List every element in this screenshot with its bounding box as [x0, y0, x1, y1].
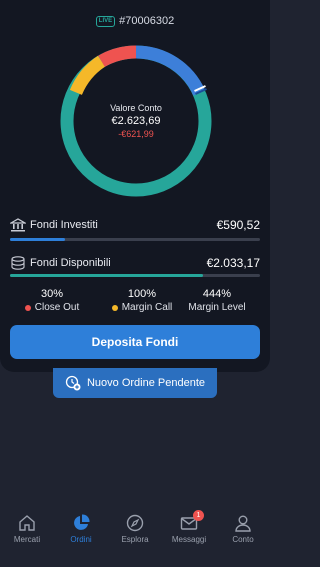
stat-margin-level: 444% Margin Level	[172, 287, 262, 315]
invested-funds-value: €590,52	[216, 218, 260, 232]
margin-stats: 30% Close Out 100% Margin Call 444% Marg…	[0, 287, 270, 317]
tab-messaggi[interactable]: 1 Messaggi	[162, 510, 216, 544]
user-icon	[235, 515, 251, 532]
margin-level-label: Margin Level	[188, 302, 246, 313]
tab-ordini[interactable]: Ordini	[54, 513, 108, 544]
live-badge: LIVE	[95, 15, 116, 27]
invested-funds-row[interactable]: Fondi Investiti €590,52	[10, 214, 260, 236]
new-pending-order-button[interactable]: Nuovo Ordine Pendente	[53, 368, 217, 398]
account-value: €2.623,69	[111, 115, 161, 127]
close-out-label: Close Out	[34, 302, 80, 313]
donut-segment-red	[98, 45, 137, 67]
bank-icon	[10, 218, 26, 232]
available-funds-label: Fondi Disponibili	[30, 257, 111, 269]
account-value-delta: -€621,99	[118, 129, 154, 139]
deposit-funds-button[interactable]: Deposita Fondi	[10, 325, 260, 359]
close-out-dot	[24, 305, 31, 311]
margin-call-dot	[111, 305, 118, 311]
tab-conto-label: Conto	[232, 535, 254, 544]
account-header: LIVE #70006302	[0, 15, 270, 27]
coins-icon	[11, 256, 25, 270]
available-funds-bar-fill	[10, 274, 203, 277]
tab-ordini-label: Ordini	[70, 535, 92, 544]
account-value-donut-chart: Valore Conto €2.623,69 -€621,99	[56, 41, 216, 201]
tab-conto[interactable]: Conto	[216, 513, 270, 544]
available-funds-bar	[10, 274, 260, 277]
stat-close-out: 30% Close Out	[7, 287, 97, 315]
available-funds-row[interactable]: Fondi Disponibili €2.033,17	[10, 252, 260, 274]
account-summary-sheet: LIVE #70006302 Valore Conto €2.623,69 -€…	[0, 0, 270, 372]
tab-messaggi-label: Messaggi	[171, 535, 207, 544]
available-funds-value: €2.033,17	[206, 256, 260, 270]
tab-mercati[interactable]: Mercati	[0, 513, 54, 544]
messages-badge: 1	[193, 510, 204, 521]
donut-segment-blue	[135, 45, 206, 96]
donut-segment-yellow	[69, 55, 106, 96]
donut-center: Valore Conto €2.623,69 -€621,99	[56, 102, 216, 140]
tab-mercati-label: Mercati	[13, 535, 41, 544]
invested-funds-label: Fondi Investiti	[30, 219, 98, 231]
margin-call-label: Margin Call	[121, 302, 173, 313]
invested-funds-bar	[10, 238, 260, 241]
clock-plus-icon	[65, 375, 81, 391]
account-id[interactable]: #70006302	[119, 15, 174, 27]
close-out-value: 30%	[40, 288, 64, 300]
account-value-label: Valore Conto	[110, 103, 162, 113]
tab-esplora[interactable]: Esplora	[108, 513, 162, 544]
invested-funds-bar-fill	[10, 238, 65, 241]
tab-esplora-label: Esplora	[121, 535, 149, 544]
compass-icon	[126, 514, 144, 532]
new-pending-order-label: Nuovo Ordine Pendente	[86, 377, 206, 389]
margin-level-value: 444%	[202, 288, 232, 300]
bottom-tab-bar: Mercati Ordini Esplora 1 Messaggi Conto	[0, 505, 270, 567]
pie-chart-icon	[74, 514, 90, 530]
home-icon	[19, 515, 35, 531]
